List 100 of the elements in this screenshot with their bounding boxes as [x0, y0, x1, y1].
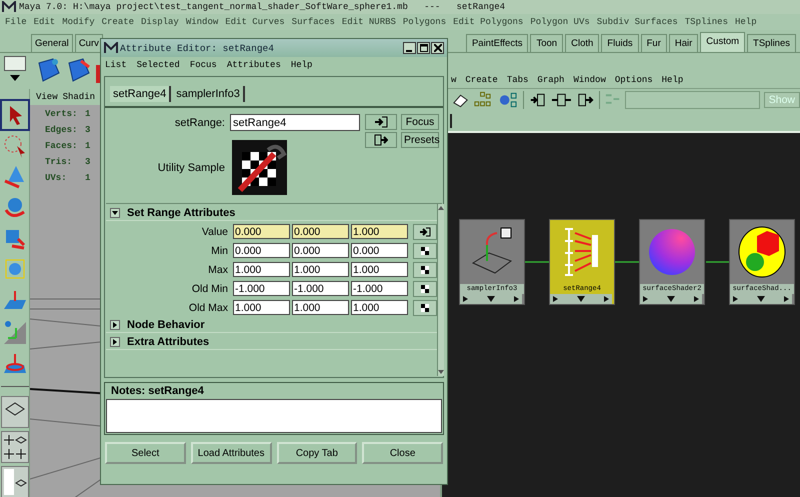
menu-item[interactable]: Window: [186, 17, 218, 27]
menu-item[interactable]: Focus: [190, 60, 217, 70]
close-button[interactable]: [431, 42, 444, 54]
window-title: Attribute Editor: setRange4: [120, 42, 275, 54]
menu-item[interactable]: Modify: [62, 17, 95, 27]
shelf-tab[interactable]: Fur: [640, 34, 667, 52]
dialog-button[interactable]: Select: [105, 442, 186, 464]
four-view-layout-icon[interactable]: [0, 431, 28, 463]
app-logo-icon: [2, 1, 16, 13]
shelf-tab[interactable]: TSplines: [747, 34, 796, 52]
menu-item[interactable]: Help: [735, 17, 757, 27]
scroll-up-icon[interactable]: [438, 206, 444, 210]
maximize-button[interactable]: [417, 42, 430, 54]
menu-item[interactable]: Selected: [136, 60, 180, 70]
input-connection-button[interactable]: [413, 224, 437, 240]
node-tab[interactable]: samplerInfo3: [173, 86, 245, 102]
shelf-tab[interactable]: Toon: [530, 34, 564, 52]
section-title[interactable]: Node Behavior: [127, 319, 205, 331]
notes-field[interactable]: [106, 399, 442, 433]
attribute-field[interactable]: 0.000: [233, 243, 290, 258]
menu-item[interactable]: Polygon UVs: [530, 17, 590, 27]
caret-icon: [112, 210, 118, 216]
outliner-layout-icon[interactable]: [0, 466, 28, 497]
attribute-label: Max: [207, 264, 229, 276]
filter-field[interactable]: [624, 91, 760, 109]
menu-item[interactable]: Shadin: [62, 92, 96, 102]
menu-item[interactable]: Edit Curves: [225, 17, 285, 27]
node-name-field[interactable]: setRange4: [230, 114, 360, 131]
attribute-field[interactable]: 0.000: [292, 243, 349, 258]
dialog-button[interactable]: Load Attributes: [190, 442, 272, 464]
shelf-tab[interactable]: General: [31, 34, 73, 52]
attribute-field[interactable]: 1.000: [233, 262, 290, 277]
dialog-button[interactable]: Close: [362, 442, 443, 464]
checker-icon: [421, 266, 429, 274]
map-texture-button[interactable]: [413, 300, 437, 316]
menu-item[interactable]: View: [36, 92, 58, 102]
menu-item[interactable]: Help: [662, 74, 684, 84]
focus-button[interactable]: Focus: [401, 114, 439, 130]
menu-item[interactable]: Edit Polygons: [453, 17, 524, 27]
menu-item[interactable]: Subdiv Surfaces: [596, 17, 678, 27]
shelf-tab[interactable]: PaintEffects: [466, 34, 528, 52]
menu-item[interactable]: Create: [102, 17, 134, 27]
attribute-field[interactable]: -1.000: [292, 281, 349, 296]
map-texture-button[interactable]: [413, 242, 437, 258]
menu-item[interactable]: List: [105, 60, 127, 70]
input-output-connections-icon[interactable]: [550, 91, 572, 109]
menu-item[interactable]: Surfaces: [292, 17, 335, 27]
expand-button[interactable]: [110, 337, 120, 347]
map-texture-button[interactable]: [413, 280, 437, 296]
menu-item[interactable]: Attributes: [226, 60, 281, 70]
shelf-tab[interactable]: Cloth: [565, 34, 600, 52]
shelf-tab[interactable]: Custom: [700, 32, 746, 52]
network-icon[interactable]: [498, 91, 519, 109]
scroll-down-icon[interactable]: [438, 370, 444, 374]
attribute-field[interactable]: -1.000: [351, 281, 408, 296]
attribute-field[interactable]: 1.000: [292, 262, 349, 277]
menu-item[interactable]: File: [5, 17, 27, 27]
shelf-tab[interactable]: Fluids: [601, 34, 639, 52]
dialog-button[interactable]: Copy Tab: [276, 442, 358, 464]
attribute-field[interactable]: 0.000: [351, 243, 408, 258]
node-tab[interactable]: setRange4: [110, 86, 172, 102]
shelf-menu-button[interactable]: [4, 56, 26, 71]
scrollbar[interactable]: [437, 204, 444, 376]
menu-item[interactable]: Options: [614, 74, 653, 84]
checker-icon: [421, 284, 429, 292]
attribute-field[interactable]: 1.000: [351, 262, 408, 277]
minimize-button[interactable]: [403, 42, 416, 54]
menu-item[interactable]: Edit: [34, 17, 56, 27]
shelf-tab[interactable]: Hair: [668, 34, 698, 52]
eraser-icon[interactable]: [452, 92, 470, 108]
attribute-field[interactable]: 0.000: [292, 224, 349, 239]
window-title: Maya 7.0: H:\maya project\test_tangent_normal_shader_SoftWare_sphere1.mb --- setRange4: [19, 2, 506, 12]
output-node-button[interactable]: [365, 132, 397, 148]
dropdown-arrow-icon[interactable]: [10, 75, 20, 81]
section-title[interactable]: Extra Attributes: [127, 336, 210, 348]
menu-item[interactable]: Create: [465, 74, 498, 84]
menu-item[interactable]: TSplines: [684, 17, 728, 27]
attribute-field[interactable]: 1.000: [233, 300, 290, 315]
menu-item[interactable]: Edit NURBS: [342, 17, 396, 27]
map-texture-button[interactable]: [413, 262, 437, 278]
menu-item[interactable]: Graph: [537, 74, 564, 84]
menu-item[interactable]: Display: [141, 17, 179, 27]
menu-item[interactable]: Window: [573, 74, 606, 84]
menu-item[interactable]: Help: [290, 60, 312, 70]
presets-button[interactable]: Presets: [401, 132, 439, 148]
menu-item[interactable]: Polygons: [402, 17, 446, 27]
input-node-button[interactable]: [365, 114, 397, 130]
attribute-field[interactable]: 1.000: [292, 300, 349, 315]
attribute-field[interactable]: 1.000: [351, 224, 408, 239]
shelf-tab[interactable]: Curv: [74, 34, 103, 52]
collapse-button[interactable]: [110, 208, 120, 218]
menu-item[interactable]: Tabs: [506, 74, 528, 84]
output-connections-icon[interactable]: [576, 91, 595, 109]
attribute-field[interactable]: 0.000: [233, 224, 290, 239]
expand-button[interactable]: [110, 320, 120, 330]
attribute-field[interactable]: -1.000: [233, 281, 290, 296]
section-title[interactable]: Set Range Attributes: [127, 207, 236, 219]
single-view-layout-icon[interactable]: [0, 396, 28, 428]
attribute-field[interactable]: 1.000: [351, 300, 408, 315]
menu-item[interactable]: w: [451, 74, 456, 84]
